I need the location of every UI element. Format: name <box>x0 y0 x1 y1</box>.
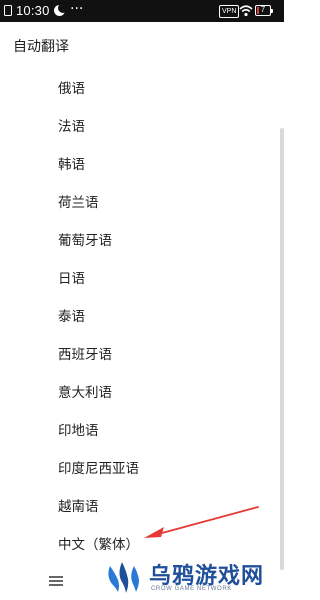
vpn-icon: VPN <box>219 5 240 18</box>
list-item-japanese[interactable]: 日语 <box>0 260 270 298</box>
list-item-portuguese[interactable]: 葡萄牙语 <box>0 222 270 260</box>
list-item-italian[interactable]: 意大利语 <box>0 374 270 412</box>
status-bar: 10:30 ··· VPN 7 <box>0 0 284 22</box>
status-time: 10:30 <box>16 3 50 18</box>
annotation-arrow-icon <box>144 506 259 538</box>
screen: 10:30 ··· VPN 7 自动翻译 俄语 法语 韩语 荷兰语 葡萄牙语 日… <box>0 0 284 600</box>
sim-card-icon <box>4 5 12 16</box>
list-item-russian[interactable]: 俄语 <box>0 70 270 108</box>
watermark-subtitle: CROW GAME NETWORK <box>151 586 232 592</box>
battery-level: 7 <box>260 5 266 14</box>
watermark: 乌鸦游戏网 CROW GAME NETWORK <box>104 558 280 598</box>
crow-logo-icon <box>108 562 139 593</box>
more-icon: ··· <box>70 1 84 17</box>
list-item-thai[interactable]: 泰语 <box>0 298 270 336</box>
list-item-spanish[interactable]: 西班牙语 <box>0 336 270 374</box>
moon-icon <box>54 3 68 16</box>
list-item-dutch[interactable]: 荷兰语 <box>0 184 270 222</box>
menu-icon[interactable] <box>49 576 63 586</box>
list-item-indonesian[interactable]: 印度尼西亚语 <box>0 450 270 488</box>
list-item-korean[interactable]: 韩语 <box>0 146 270 184</box>
wifi-icon <box>239 5 253 17</box>
list-item-hindi[interactable]: 印地语 <box>0 412 270 450</box>
battery-icon: 7 <box>255 5 273 16</box>
page-title: 自动翻译 <box>13 39 69 55</box>
scrollbar-thumb[interactable] <box>280 128 284 570</box>
list-item-french[interactable]: 法语 <box>0 108 270 146</box>
